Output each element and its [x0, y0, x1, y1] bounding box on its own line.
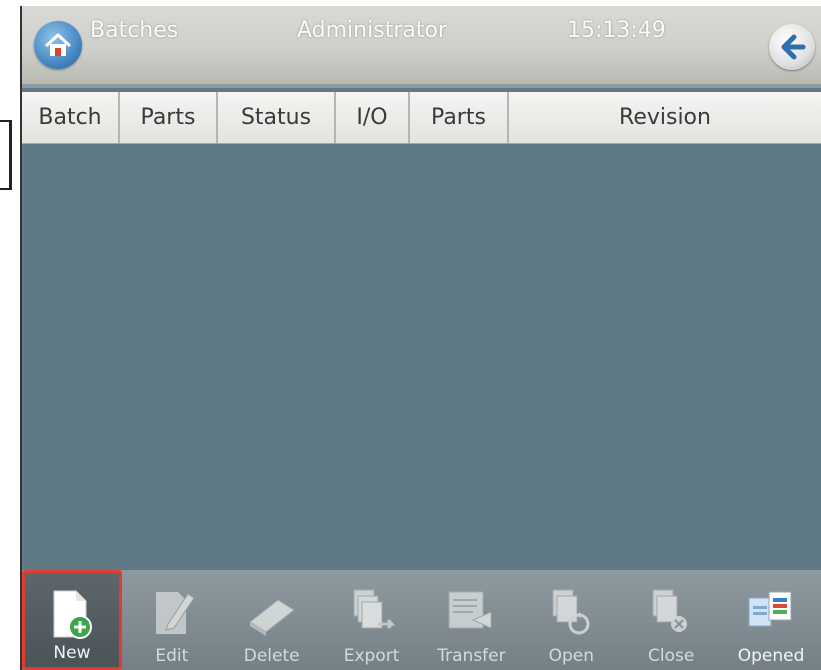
batch-list[interactable]: [22, 144, 821, 570]
left-bracket: [0, 120, 12, 190]
transfer-button[interactable]: Transfer: [422, 570, 522, 670]
column-header-parts[interactable]: Parts: [120, 92, 218, 143]
transfer-button-label: Transfer: [437, 646, 506, 666]
column-header-revision[interactable]: Revision: [509, 92, 821, 143]
close-button[interactable]: Close: [621, 570, 721, 670]
open-button[interactable]: Open: [521, 570, 621, 670]
export-icon: [353, 589, 396, 630]
clock: 15:13:49: [567, 18, 666, 43]
edit-button[interactable]: Edit: [122, 570, 222, 670]
new-document-icon: [53, 590, 92, 639]
column-header-parts-2[interactable]: Parts: [410, 92, 509, 143]
opened-button-label: Opened: [737, 646, 805, 666]
edit-button-label: Edit: [155, 646, 189, 666]
export-button[interactable]: Export: [322, 570, 422, 670]
title-bar: Batches Administrator 15:13:49: [22, 6, 821, 88]
opened-icon: [748, 591, 792, 627]
close-button-label: Close: [648, 646, 695, 666]
user-name: Administrator: [297, 18, 447, 43]
home-icon: [44, 33, 72, 56]
column-header-batch[interactable]: Batch: [22, 92, 120, 143]
back-button[interactable]: [769, 24, 815, 70]
open-button-label: Open: [548, 646, 595, 666]
open-icon: [552, 589, 590, 635]
column-header-status[interactable]: Status: [218, 92, 336, 143]
toolbar: New Edit Delete Export Transfer Open Clo…: [22, 570, 821, 670]
export-button-label: Export: [343, 646, 400, 666]
back-arrow-icon: [781, 34, 806, 60]
batches-screen: Batches Administrator 15:13:49 Batch Par…: [20, 6, 821, 670]
window-title: Batches: [90, 18, 179, 43]
transfer-icon: [448, 591, 492, 629]
delete-button-label: Delete: [243, 646, 300, 666]
new-button[interactable]: New: [22, 570, 122, 670]
new-button-label: New: [53, 643, 91, 663]
opened-button[interactable]: Opened: [721, 570, 821, 670]
table-header: Batch Parts Status I/O Parts Revision: [22, 92, 821, 144]
close-icon: [652, 589, 688, 632]
column-header-io[interactable]: I/O: [336, 92, 410, 143]
edit-icon: [155, 592, 195, 634]
delete-icon: [248, 599, 295, 636]
delete-button[interactable]: Delete: [222, 570, 322, 670]
home-button[interactable]: [34, 21, 82, 69]
